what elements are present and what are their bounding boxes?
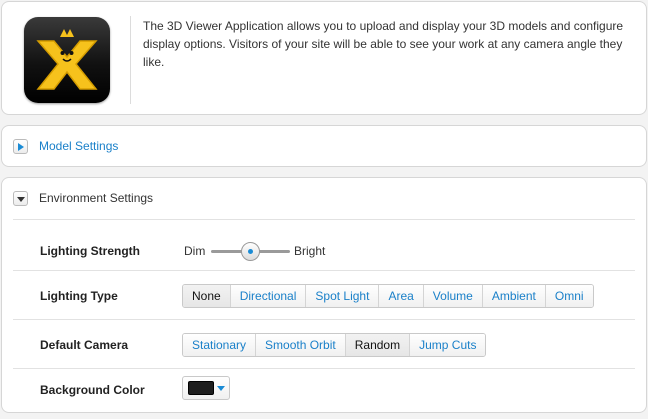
triangle-right-icon — [18, 143, 24, 151]
background-color-label: Background Color — [40, 383, 145, 397]
divider — [13, 319, 635, 320]
divider — [13, 270, 635, 271]
wix-x-logo-icon — [24, 17, 110, 103]
lighting-type-option-area[interactable]: Area — [379, 285, 424, 307]
divider — [13, 368, 635, 369]
model-settings-title[interactable]: Model Settings — [39, 139, 118, 153]
lighting-type-option-none[interactable]: None — [183, 285, 231, 307]
triangle-down-icon — [17, 197, 25, 202]
color-swatch[interactable] — [188, 381, 214, 395]
default-camera-segmented-control: Stationary Smooth Orbit Random Jump Cuts — [182, 333, 487, 357]
lighting-strength-label: Lighting Strength — [40, 244, 140, 258]
default-camera-label: Default Camera — [40, 338, 129, 352]
default-camera-option-stationary[interactable]: Stationary — [183, 334, 257, 356]
default-camera-option-smooth-orbit[interactable]: Smooth Orbit — [256, 334, 346, 356]
lighting-type-option-directional[interactable]: Directional — [230, 285, 307, 307]
slider-thumb[interactable] — [241, 242, 260, 261]
lighting-type-option-volume[interactable]: Volume — [423, 285, 483, 307]
intro-divider — [130, 16, 131, 104]
app-description: The 3D Viewer Application allows you to … — [143, 19, 624, 69]
lighting-strength-slider[interactable]: Dim Bright — [184, 242, 344, 261]
lighting-type-label: Lighting Type — [40, 289, 118, 303]
slider-min-label: Dim — [184, 244, 206, 258]
lighting-type-option-omni[interactable]: Omni — [545, 285, 593, 307]
default-camera-option-random[interactable]: Random — [345, 334, 411, 356]
lighting-type-option-ambient[interactable]: Ambient — [482, 285, 546, 307]
chevron-down-icon[interactable] — [217, 386, 225, 391]
slider-thumb-dot — [248, 249, 253, 254]
environment-settings-title[interactable]: Environment Settings — [39, 191, 153, 205]
collapse-toggle[interactable] — [13, 191, 28, 206]
background-color-picker[interactable] — [182, 376, 230, 400]
lighting-type-option-spot-light[interactable]: Spot Light — [306, 285, 380, 307]
expand-toggle[interactable] — [13, 139, 28, 154]
intro-panel: The 3D Viewer Application allows you to … — [1, 1, 647, 115]
environment-settings-panel: Environment Settings Lighting Strength D… — [1, 177, 647, 413]
model-settings-panel[interactable]: Model Settings — [1, 125, 647, 167]
divider — [13, 219, 635, 220]
default-camera-option-jump-cuts[interactable]: Jump Cuts — [410, 334, 486, 356]
slider-max-label: Bright — [294, 244, 326, 258]
lighting-type-segmented-control: None Directional Spot Light Area Volume Ambie… — [182, 284, 594, 308]
